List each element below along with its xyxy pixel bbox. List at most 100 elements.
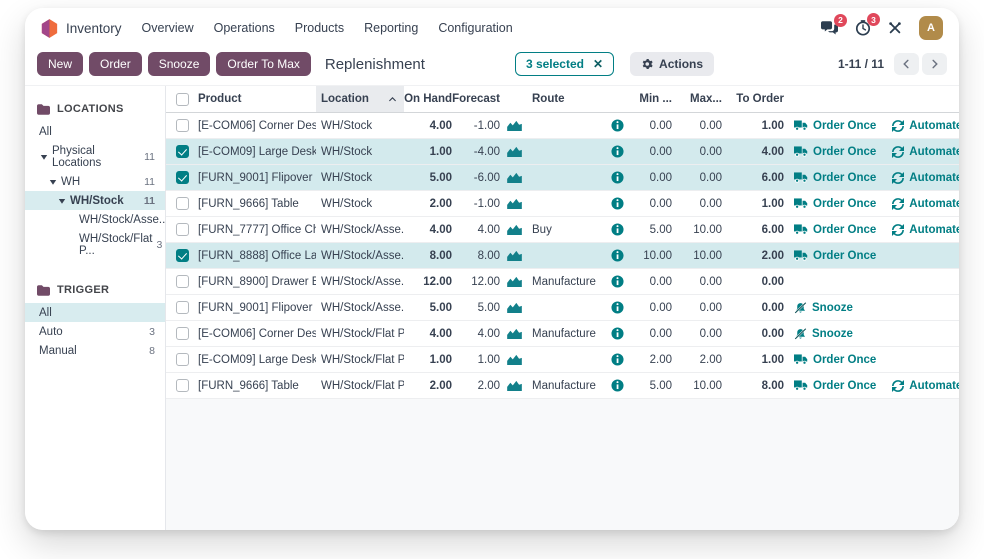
order-button[interactable]: Order Once [794, 380, 876, 392]
table-row[interactable]: [FURN_7777] Office ChairWH/Stock/Asse...… [166, 217, 959, 243]
col-header-to-order[interactable]: To Order [722, 86, 784, 112]
order-button[interactable]: Order [89, 52, 142, 76]
sidebar-location-wh[interactable]: WH11 [25, 172, 165, 191]
row-checkbox[interactable] [176, 119, 189, 132]
row-checkbox[interactable] [176, 249, 189, 262]
forecast-chart-icon[interactable] [500, 198, 528, 209]
sidebar-location-all[interactable]: All [25, 122, 165, 141]
automate-button[interactable]: Automate [892, 172, 959, 184]
nav-item-reporting[interactable]: Reporting [364, 21, 418, 35]
nav-item-products[interactable]: Products [295, 21, 344, 35]
sidebar-trigger-all[interactable]: All [25, 303, 165, 322]
forecast-chart-icon[interactable] [500, 328, 528, 339]
sidebar-trigger-auto[interactable]: Auto3 [25, 322, 165, 341]
order-button[interactable]: Order Once [794, 120, 876, 132]
order-button[interactable]: Order Once [794, 250, 876, 262]
info-icon[interactable] [606, 223, 628, 236]
order-button[interactable]: Order Once [794, 146, 876, 158]
pager-next-button[interactable] [922, 53, 947, 75]
sidebar-trigger-manual[interactable]: Manual8 [25, 341, 165, 360]
clear-selection-icon[interactable]: ✕ [593, 58, 603, 70]
info-icon[interactable] [606, 327, 628, 340]
row-checkbox[interactable] [176, 301, 189, 314]
automate-button[interactable]: Automate [892, 146, 959, 158]
sidebar-location-wh-stock[interactable]: WH/Stock11 [25, 191, 165, 210]
col-header-max[interactable]: Max... [672, 86, 722, 112]
sidebar-location-wh-stock-flat-p[interactable]: WH/Stock/Flat P...3 [25, 229, 165, 260]
col-header-forecast[interactable]: Forecast [452, 86, 500, 112]
info-icon[interactable] [606, 301, 628, 314]
row-checkbox[interactable] [176, 145, 189, 158]
snooze-button[interactable]: Snooze [794, 328, 853, 340]
forecast-chart-icon[interactable] [500, 146, 528, 157]
table-row[interactable]: [FURN_9666] TableWH/Stock/Flat P...2.002… [166, 373, 959, 399]
table-row[interactable]: [E-COM06] Corner Desk ...WH/Stock4.00-1.… [166, 113, 959, 139]
automate-button[interactable]: Automate [892, 198, 959, 210]
row-checkbox[interactable] [176, 327, 189, 340]
forecast-chart-icon[interactable] [500, 172, 528, 183]
table-row[interactable]: [FURN_9001] FlipoverWH/Stock5.00-6.000.0… [166, 165, 959, 191]
caret-down-icon[interactable] [57, 197, 66, 205]
order-button[interactable]: Order Once [794, 224, 876, 236]
automate-button[interactable]: Automate [892, 120, 959, 132]
col-header-min[interactable]: Min ... [628, 86, 672, 112]
select-all-cell[interactable] [166, 86, 198, 112]
table-row[interactable]: [FURN_9001] FlipoverWH/Stock/Asse...5.00… [166, 295, 959, 321]
forecast-chart-icon[interactable] [500, 302, 528, 313]
row-checkbox[interactable] [176, 197, 189, 210]
order-button[interactable]: Order Once [794, 198, 876, 210]
tools-icon[interactable] [888, 21, 902, 35]
automate-button[interactable]: Automate [892, 224, 959, 236]
select-all-checkbox[interactable] [176, 93, 189, 106]
col-header-location[interactable]: Location [316, 86, 404, 112]
row-checkbox[interactable] [176, 171, 189, 184]
table-row[interactable]: [FURN_8888] Office LampWH/Stock/Asse...8… [166, 243, 959, 269]
row-checkbox[interactable] [176, 275, 189, 288]
snooze-button[interactable]: Snooze [794, 302, 853, 314]
nav-item-configuration[interactable]: Configuration [438, 21, 512, 35]
table-row[interactable]: [E-COM06] Corner Desk ...WH/Stock/Flat P… [166, 321, 959, 347]
forecast-chart-icon[interactable] [500, 276, 528, 287]
actions-button[interactable]: Actions [630, 52, 714, 76]
info-icon[interactable] [606, 119, 628, 132]
caret-down-icon[interactable] [48, 178, 57, 186]
info-icon[interactable] [606, 197, 628, 210]
info-icon[interactable] [606, 275, 628, 288]
table-row[interactable]: [E-COM09] Large DeskWH/Stock1.00-4.000.0… [166, 139, 959, 165]
row-checkbox[interactable] [176, 379, 189, 392]
pager-prev-button[interactable] [894, 53, 919, 75]
info-icon[interactable] [606, 379, 628, 392]
order-button[interactable]: Order Once [794, 354, 876, 366]
forecast-chart-icon[interactable] [500, 120, 528, 131]
sidebar-location-physical-locations[interactable]: Physical Locations11 [25, 141, 165, 172]
snooze-button[interactable]: Snooze [148, 52, 211, 76]
forecast-chart-icon[interactable] [500, 380, 528, 391]
order-button[interactable]: Order Once [794, 172, 876, 184]
sidebar-location-wh-stock-asse[interactable]: WH/Stock/Asse...4 [25, 210, 165, 229]
automate-button[interactable]: Automate [892, 380, 959, 392]
col-header-on-hand[interactable]: On Hand [404, 86, 452, 112]
row-checkbox[interactable] [176, 353, 189, 366]
table-row[interactable]: [FURN_9666] TableWH/Stock2.00-1.000.000.… [166, 191, 959, 217]
activities-icon[interactable]: 3 [855, 20, 871, 36]
app-switcher[interactable]: Inventory [41, 19, 122, 38]
info-icon[interactable] [606, 171, 628, 184]
caret-down-icon[interactable] [39, 153, 48, 161]
row-checkbox[interactable] [176, 223, 189, 236]
messages-icon[interactable]: 2 [821, 21, 838, 36]
user-avatar[interactable]: A [919, 16, 943, 40]
info-icon[interactable] [606, 353, 628, 366]
table-row[interactable]: [FURN_8900] Drawer BlackWH/Stock/Asse...… [166, 269, 959, 295]
forecast-chart-icon[interactable] [500, 250, 528, 261]
forecast-chart-icon[interactable] [500, 354, 528, 365]
forecast-chart-icon[interactable] [500, 224, 528, 235]
new-button[interactable]: New [37, 52, 83, 76]
table-row[interactable]: [E-COM09] Large DeskWH/Stock/Flat P...1.… [166, 347, 959, 373]
info-icon[interactable] [606, 249, 628, 262]
order-to-max-button[interactable]: Order To Max [216, 52, 310, 76]
info-icon[interactable] [606, 145, 628, 158]
col-header-product[interactable]: Product [198, 86, 316, 112]
col-header-route[interactable]: Route [528, 86, 606, 112]
nav-item-overview[interactable]: Overview [142, 21, 194, 35]
nav-item-operations[interactable]: Operations [214, 21, 275, 35]
